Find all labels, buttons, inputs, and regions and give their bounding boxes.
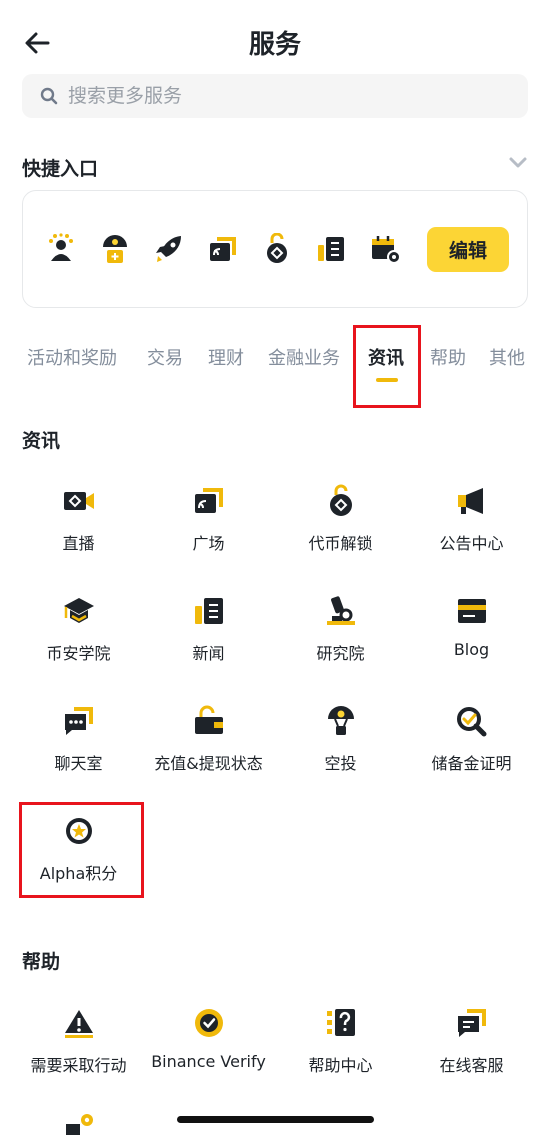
square-icon[interactable]: [207, 233, 239, 265]
calendar-icon[interactable]: [369, 233, 401, 265]
service-label: 币安学院: [46, 644, 111, 663]
blog-icon: [458, 599, 486, 623]
service-label: 聊天室: [54, 754, 103, 773]
proof-of-reserves-icon: [457, 707, 487, 737]
tab-finance[interactable]: 金融业务: [268, 344, 340, 370]
deposit-status-icon: [195, 705, 223, 734]
service-label: 研究院: [316, 644, 365, 663]
service-token-unlock[interactable]: 代币解锁: [272, 484, 409, 574]
token-unlock-icon: [330, 484, 352, 516]
service-research[interactable]: 研究院: [272, 594, 409, 684]
quick-entry-title: 快捷入口: [22, 158, 99, 180]
referral-icon[interactable]: [45, 233, 77, 265]
tab-trade[interactable]: 交易: [147, 344, 183, 370]
service-binance-verify[interactable]: Binance Verify: [140, 1006, 277, 1096]
service-label: 储备金证明: [431, 754, 512, 773]
service-label: 帮助中心: [308, 1056, 373, 1075]
service-label: 广场: [192, 534, 225, 553]
verify-icon: [195, 1009, 223, 1037]
settings-gear-icon[interactable]: [62, 1112, 96, 1135]
category-tabs: 活动和奖励 交易 理财 金融业务 资讯 帮助 其他: [0, 330, 550, 400]
service-airdrop[interactable]: 空投: [272, 704, 409, 794]
chevron-down-icon[interactable]: [508, 156, 528, 170]
service-news[interactable]: 新闻: [140, 594, 277, 684]
chatroom-icon: [65, 707, 93, 735]
highlight-box-alpha-points: [19, 802, 144, 898]
service-deposit-status[interactable]: 充值&提现状态: [140, 704, 277, 794]
service-proof-of-reserves[interactable]: 储备金证明: [403, 704, 540, 794]
service-label: 公告中心: [439, 534, 504, 553]
edit-button[interactable]: 编辑: [427, 227, 509, 272]
highlight-box-news-tab: [353, 325, 421, 408]
tab-earn[interactable]: 理财: [208, 344, 244, 370]
service-label: 直播: [62, 534, 95, 553]
academy-icon: [64, 598, 94, 623]
service-label: Binance Verify: [151, 1052, 266, 1071]
service-square[interactable]: 广场: [140, 484, 277, 574]
service-action-required[interactable]: 需要采取行动: [10, 1006, 147, 1096]
tab-other[interactable]: 其他: [489, 344, 525, 370]
research-icon: [327, 596, 355, 625]
quick-entry-card: 编辑: [22, 190, 528, 308]
help-section-title: 帮助: [22, 951, 61, 973]
service-label: 新闻: [192, 644, 225, 663]
service-label: 代币解锁: [308, 534, 373, 553]
warning-icon: [65, 1010, 93, 1038]
tab-help[interactable]: 帮助: [430, 344, 466, 370]
service-label: 在线客服: [439, 1056, 504, 1075]
search-bar[interactable]: [22, 74, 528, 118]
square-icon: [195, 488, 223, 513]
token-unlock-icon[interactable]: [261, 233, 293, 265]
page-title: 服务: [248, 30, 301, 60]
live-icon: [64, 492, 94, 510]
service-chatroom[interactable]: 聊天室: [10, 704, 147, 794]
service-label: 需要采取行动: [30, 1056, 127, 1075]
service-label: Blog: [453, 640, 490, 659]
news-icon: [195, 598, 223, 624]
service-help-center[interactable]: 帮助中心: [272, 1006, 409, 1096]
search-icon: [40, 87, 58, 105]
service-blog[interactable]: Blog: [403, 594, 540, 684]
service-label: 充值&提现状态: [154, 754, 263, 773]
service-label: 空投: [324, 754, 357, 773]
service-announcement[interactable]: 公告中心: [403, 484, 540, 574]
support-chat-icon: [458, 1009, 486, 1037]
announcement-icon: [458, 488, 483, 514]
header: 服务: [0, 0, 550, 84]
help-center-icon: [327, 1009, 355, 1036]
news-section-title: 资讯: [22, 430, 61, 452]
service-online-support[interactable]: 在线客服: [403, 1006, 540, 1096]
search-input[interactable]: [68, 74, 508, 118]
tab-activities-rewards[interactable]: 活动和奖励: [27, 344, 117, 370]
airdrop-icon: [328, 706, 354, 735]
launchpad-icon[interactable]: [153, 233, 185, 265]
home-indicator[interactable]: [177, 1116, 374, 1123]
news-icon[interactable]: [315, 233, 347, 265]
service-academy[interactable]: 币安学院: [10, 594, 147, 684]
service-live[interactable]: 直播: [10, 484, 147, 574]
airdrop-icon[interactable]: [99, 233, 131, 265]
